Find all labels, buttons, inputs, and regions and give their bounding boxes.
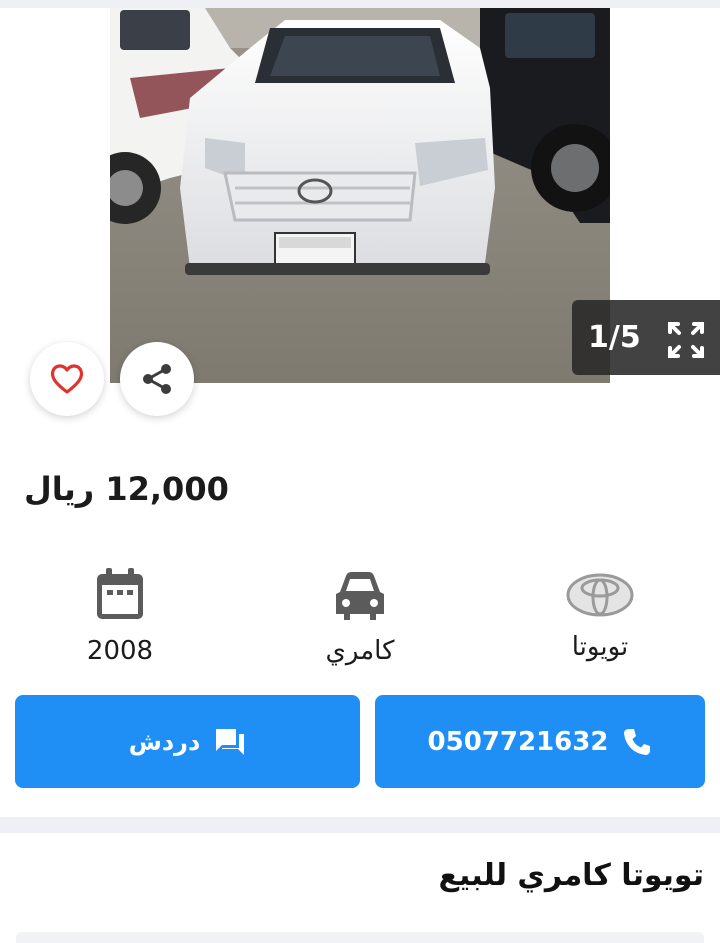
call-button[interactable]: 0507721632 bbox=[375, 695, 705, 788]
spec-year: 2008 bbox=[40, 566, 200, 666]
calendar-icon bbox=[97, 568, 143, 619]
description-box-edge bbox=[16, 932, 704, 943]
favorite-button[interactable] bbox=[30, 342, 104, 416]
phone-icon bbox=[624, 728, 651, 755]
price-currency: ريال bbox=[24, 470, 95, 508]
car-photo-illustration bbox=[110, 8, 610, 383]
section-divider bbox=[0, 817, 720, 833]
share-button[interactable] bbox=[120, 342, 194, 416]
chat-button[interactable]: دردش bbox=[15, 695, 360, 788]
spec-model-label: كامري bbox=[325, 636, 395, 666]
fullscreen-icon[interactable] bbox=[666, 320, 706, 360]
photo-counter: 1/5 bbox=[588, 320, 641, 355]
previous-photo-icon[interactable] bbox=[44, 163, 78, 197]
spec-make: تويوتا bbox=[520, 572, 680, 662]
heart-icon bbox=[50, 364, 84, 394]
photo-gallery[interactable]: 1/5 bbox=[0, 8, 720, 383]
listing-title: تويوتا كامري للبيع bbox=[438, 858, 704, 893]
chat-icon bbox=[216, 728, 245, 755]
phone-number: 0507721632 bbox=[427, 726, 609, 757]
price-value: 12,000 bbox=[105, 470, 229, 508]
share-icon bbox=[143, 364, 171, 394]
spec-make-label: تويوتا bbox=[571, 632, 629, 662]
toyota-logo-icon bbox=[566, 573, 634, 617]
next-photo-icon[interactable] bbox=[640, 163, 674, 197]
car-icon bbox=[336, 572, 384, 620]
chat-button-label: دردش bbox=[128, 727, 201, 756]
spec-model: كامري bbox=[280, 570, 440, 666]
top-bar bbox=[0, 0, 720, 8]
listing-price: ريال 12,000 bbox=[16, 470, 229, 508]
car-photo[interactable] bbox=[110, 8, 610, 383]
spec-year-label: 2008 bbox=[86, 636, 154, 666]
